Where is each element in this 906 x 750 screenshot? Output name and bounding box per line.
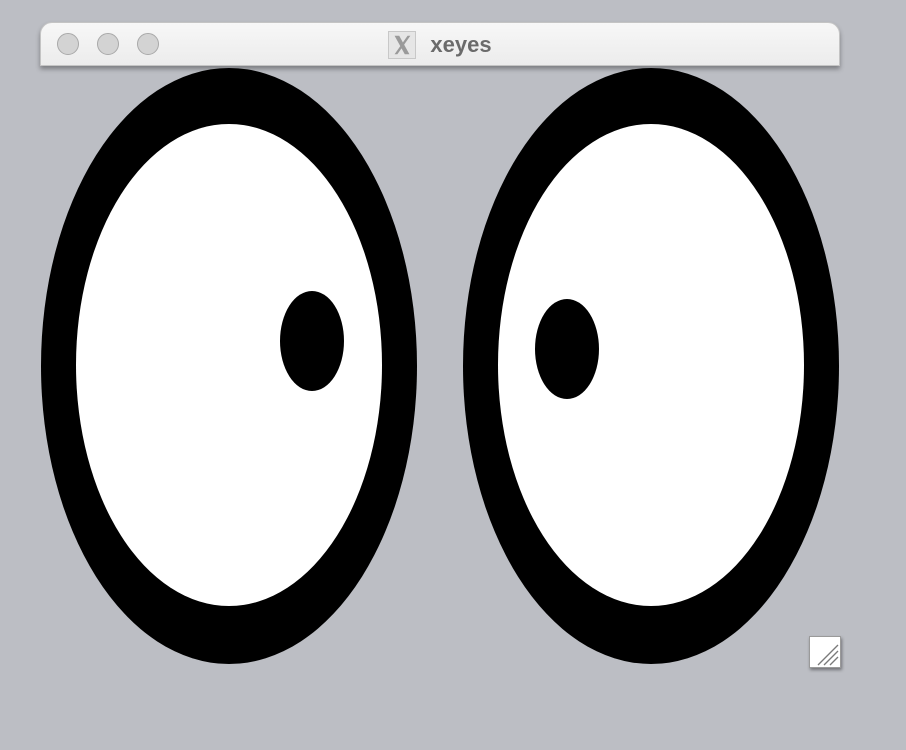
left-eye-pupil bbox=[280, 291, 344, 391]
resize-grip-icon[interactable] bbox=[809, 636, 841, 668]
resize-grip-lines bbox=[817, 644, 839, 666]
left-eye bbox=[41, 68, 417, 664]
eyes-canvas bbox=[41, 68, 839, 664]
right-eye-pupil bbox=[535, 299, 599, 399]
right-eye bbox=[463, 68, 839, 664]
